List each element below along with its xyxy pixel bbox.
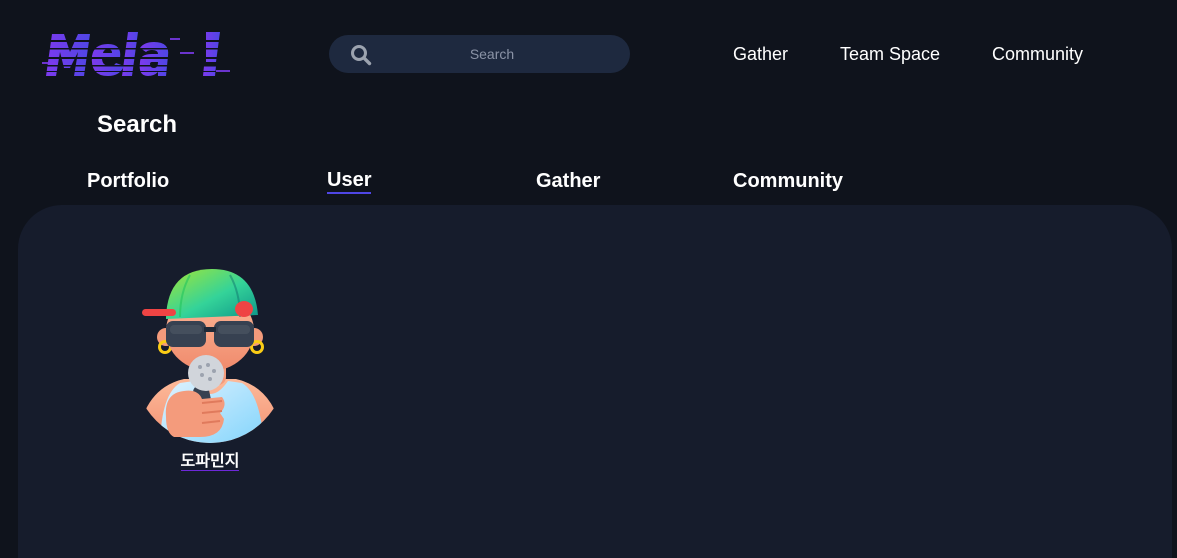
nav-community[interactable]: Community: [992, 42, 1083, 66]
tab-user[interactable]: User: [327, 168, 372, 194]
nav-team-space[interactable]: Team Space: [840, 42, 940, 66]
user-name-text[interactable]: 도파민지: [180, 453, 240, 471]
user-name[interactable]: 도파민지: [136, 451, 284, 473]
tab-portfolio[interactable]: Portfolio: [87, 168, 169, 194]
search-bar[interactable]: [329, 35, 630, 73]
brand-logo[interactable]: [40, 26, 232, 84]
nav-gather[interactable]: Gather: [733, 42, 788, 66]
search-icon[interactable]: [350, 44, 372, 66]
search-input[interactable]: [385, 35, 599, 73]
results-panel: 도파민지: [18, 205, 1172, 558]
tab-gather[interactable]: Gather: [536, 168, 600, 194]
tab-community[interactable]: Community: [733, 168, 843, 194]
user-card[interactable]: 도파민지: [136, 267, 284, 473]
page: Gather Team Space Community Search Portf…: [0, 0, 1177, 558]
rapper-avatar-icon[interactable]: [136, 267, 284, 451]
page-title: Search: [97, 111, 178, 138]
